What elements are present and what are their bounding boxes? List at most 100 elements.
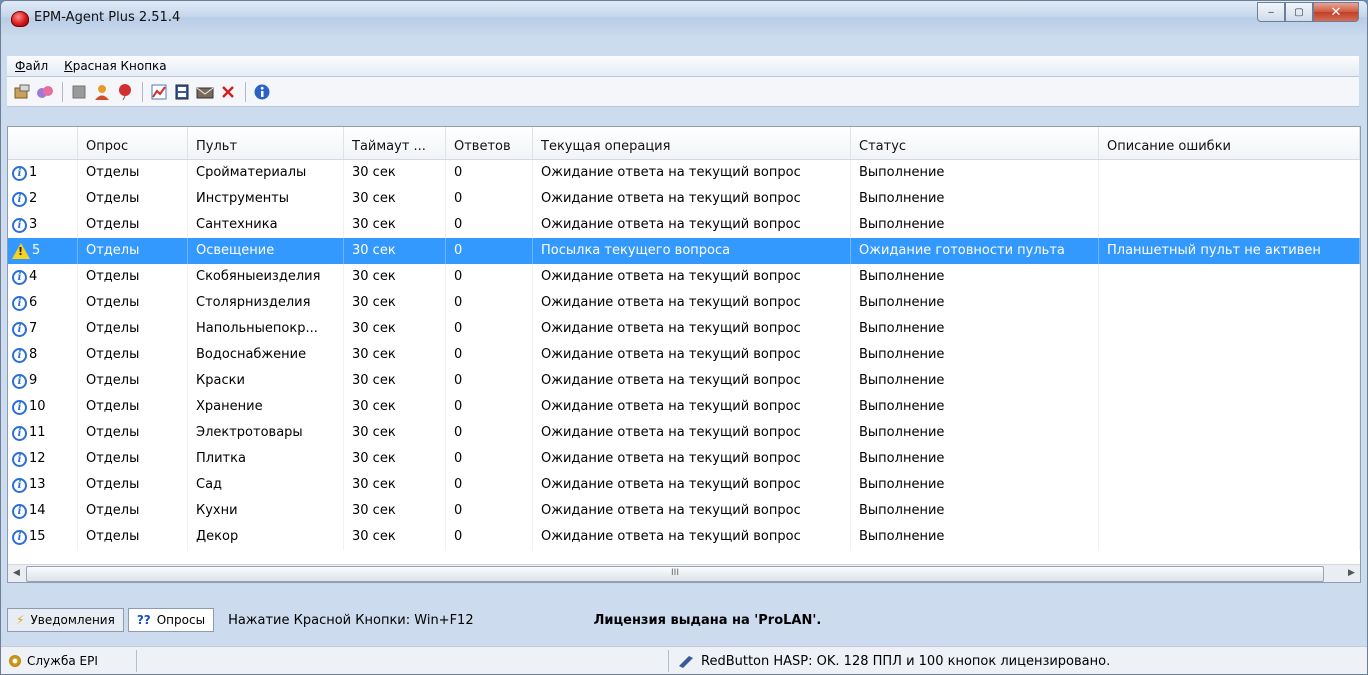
info-icon: i <box>12 373 27 389</box>
table-row[interactable]: i 4 Отделы Скобяныеизделия 30 сек 0 Ожидание о… <box>8 264 1360 290</box>
table-row[interactable]: i 7 Отделы Напольныепокр... 30 сек 0 Ожидание … <box>8 316 1360 342</box>
answers-cell: 0 <box>446 238 533 264</box>
poll-cell: Отделы <box>78 524 188 550</box>
column-header-remote[interactable]: Пульт <box>188 127 344 159</box>
poll-cell: Отделы <box>78 186 188 212</box>
polls-table[interactable]: Опрос Пульт Таймаут ... Ответов Текущая … <box>7 126 1361 583</box>
operation-cell: Посылка текущего вопроса <box>533 238 851 264</box>
table-row[interactable]: i 12 Отделы Плитка 30 сек 0 Ожидание ответа на… <box>8 446 1360 472</box>
operation-cell: Ожидание ответа на текущий вопрос <box>533 290 851 316</box>
column-header-icon[interactable] <box>8 127 78 159</box>
row-id-cell: i1 <box>8 160 78 186</box>
menu-file[interactable]: Файл <box>7 59 56 73</box>
status-cell: Выполнение <box>851 368 1099 394</box>
table-row[interactable]: i 1 Отделы Сройматериалы 30 сек 0 Ожидание отв… <box>8 160 1360 186</box>
title-bar[interactable]: EPM-Agent Plus 2.51.4 ‒ ▢ ✕ <box>1 1 1367 35</box>
remote-cell: Краски <box>188 368 344 394</box>
chart-icon[interactable] <box>148 81 170 103</box>
tags-icon[interactable] <box>34 81 56 103</box>
row-number: 9 <box>29 373 38 388</box>
minimize-button[interactable]: ‒ <box>1257 2 1285 22</box>
table-row[interactable]: i 13 Отделы Сад 30 сек 0 Ожидание ответа на те… <box>8 472 1360 498</box>
envelope-icon[interactable] <box>194 81 216 103</box>
balloon-icon[interactable] <box>114 81 136 103</box>
column-header-status[interactable]: Статус <box>851 127 1099 159</box>
remote-cell: Столярнизделия <box>188 290 344 316</box>
menu-red-button[interactable]: Красная Кнопка <box>56 59 175 73</box>
error-cell <box>1099 290 1360 316</box>
scroll-right-icon[interactable]: ▶ <box>1343 565 1360 582</box>
table-row[interactable]: i 10 Отделы Хранение 30 сек 0 Ожидание ответа … <box>8 394 1360 420</box>
timeout-cell: 30 сек <box>344 316 446 342</box>
status-hasp: RedButton HASP: OK. 128 ППЛ и 100 кнопок… <box>669 650 1367 672</box>
tab-polls-label: Опросы <box>156 613 206 627</box>
gear-icon <box>9 655 21 667</box>
operation-cell: Ожидание ответа на текущий вопрос <box>533 264 851 290</box>
service-label: Служба EPI <box>27 654 98 668</box>
answers-cell: 0 <box>446 368 533 394</box>
operation-cell: Ожидание ответа на текущий вопрос <box>533 316 851 342</box>
answers-cell: 0 <box>446 290 533 316</box>
scroll-left-icon[interactable]: ◀ <box>8 565 25 582</box>
timeout-cell: 30 сек <box>344 264 446 290</box>
timeout-cell: 30 сек <box>344 290 446 316</box>
poll-cell: Отделы <box>78 238 188 264</box>
info-icon: i <box>12 451 27 467</box>
film-icon[interactable] <box>171 81 193 103</box>
operation-cell: Ожидание ответа на текущий вопрос <box>533 186 851 212</box>
hasp-text: RedButton HASP: OK. 128 ППЛ и 100 кнопок… <box>701 653 1111 669</box>
error-cell <box>1099 498 1360 524</box>
tab-polls[interactable]: ?? Опросы <box>127 608 215 632</box>
table-row[interactable]: i 2 Отделы Инструменты 30 сек 0 Ожидание ответ… <box>8 186 1360 212</box>
table-row[interactable]: i 8 Отделы Водоснабжение 30 сек 0 Ожидание отв… <box>8 342 1360 368</box>
settings-icon[interactable] <box>11 81 33 103</box>
poll-cell: Отделы <box>78 368 188 394</box>
table-row[interactable]: i 14 Отделы Кухни 30 сек 0 Ожидание ответа на … <box>8 498 1360 524</box>
question-icon: ?? <box>136 613 151 627</box>
info-icon[interactable] <box>251 81 273 103</box>
row-number: 3 <box>29 217 38 232</box>
row-id-cell: i 14 <box>8 498 78 524</box>
poll-cell: Отделы <box>78 420 188 446</box>
answers-cell: 0 <box>446 186 533 212</box>
tab-bar: ⚡ Уведомления ?? Опросы Нажатие Красной … <box>7 606 1359 634</box>
toolbar-separator <box>142 81 143 102</box>
toolbar-separator <box>62 81 63 102</box>
close-button[interactable]: ✕ <box>1313 2 1359 22</box>
column-header-error[interactable]: Описание ошибки <box>1099 127 1360 159</box>
table-row[interactable]: i 6 Отделы Столярнизделия 30 сек 0 Ожидание от… <box>8 290 1360 316</box>
error-cell <box>1099 446 1360 472</box>
row-number: 4 <box>29 269 38 284</box>
operation-cell: Ожидание ответа на текущий вопрос <box>533 342 851 368</box>
timeout-cell: 30 сек <box>344 212 446 238</box>
status-spacer <box>137 650 669 672</box>
column-header-poll[interactable]: Опрос <box>78 127 188 159</box>
status-cell: Выполнение <box>851 160 1099 186</box>
status-cell: Выполнение <box>851 394 1099 420</box>
column-header-operation[interactable]: Текущая операция <box>533 127 851 159</box>
remote-cell: Декор <box>188 524 344 550</box>
table-row[interactable]: i 15 Отделы Декор 30 сек 0 Ожидание ответа на … <box>8 524 1360 550</box>
table-row[interactable]: i 11 Отделы Электротовары 30 сек 0 Ожидание от… <box>8 420 1360 446</box>
tab-notifications[interactable]: ⚡ Уведомления <box>7 608 124 632</box>
row-id-cell: i8 <box>8 342 78 368</box>
column-header-timeout[interactable]: Таймаут ... <box>344 127 446 159</box>
disabled-icon[interactable] <box>68 81 90 103</box>
column-header-answers[interactable]: Ответов <box>446 127 533 159</box>
scroll-thumb[interactable]: III <box>26 566 1324 582</box>
table-header: Опрос Пульт Таймаут ... Ответов Текущая … <box>8 127 1360 160</box>
pin-icon[interactable] <box>217 81 239 103</box>
info-icon: i <box>12 321 27 337</box>
poll-cell: Отделы <box>78 290 188 316</box>
table-row[interactable]: i 9 Отделы Краски 30 сек 0 Ожидание ответа на … <box>8 368 1360 394</box>
timeout-cell: 30 сек <box>344 342 446 368</box>
user-icon[interactable] <box>91 81 113 103</box>
row-number: 8 <box>29 347 38 362</box>
table-row[interactable]: i 3 Отделы Сантехника 30 сек 0 Ожидание ответа… <box>8 212 1360 238</box>
error-cell <box>1099 368 1360 394</box>
horizontal-scrollbar[interactable]: ◀ III ▶ <box>8 564 1360 582</box>
remote-cell: Хранение <box>188 394 344 420</box>
info-icon: i <box>12 217 27 233</box>
table-row[interactable]: ! 5 Отделы Освещение 30 сек 0 Посылка текущего… <box>8 238 1360 264</box>
maximize-button[interactable]: ▢ <box>1285 2 1313 22</box>
